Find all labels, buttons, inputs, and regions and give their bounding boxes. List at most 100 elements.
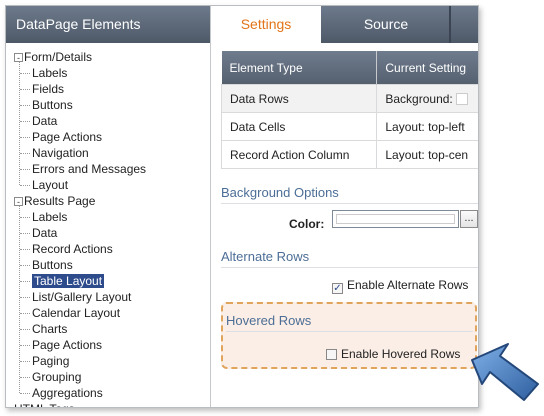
alternate-rows-option[interactable]: ✓ Enable Alternate Rows bbox=[332, 278, 468, 294]
tree-item[interactable]: Charts bbox=[31, 321, 67, 337]
tree-item[interactable]: Labels bbox=[31, 65, 67, 81]
checkmark-icon: ✓ bbox=[333, 283, 342, 294]
table-header-row: Element Type Current Setting bbox=[221, 51, 478, 85]
tree-item[interactable]: Errors and Messages bbox=[31, 161, 146, 177]
section-divider bbox=[221, 267, 478, 268]
table-row[interactable]: Data Cells Layout: top-left bbox=[220, 112, 478, 141]
tree-connector bbox=[20, 281, 30, 282]
alternate-rows-label: Enable Alternate Rows bbox=[347, 278, 469, 292]
table-cell-type: Data Rows bbox=[220, 84, 378, 113]
tree-group-results-page[interactable]: - Results Page bbox=[14, 193, 95, 209]
element-settings-table: Element Type Current Setting Data Rows B… bbox=[220, 51, 478, 169]
tree-item[interactable]: Layout bbox=[31, 177, 68, 193]
datapage-window: DataPage Elements - Form/Details Labels Fie… bbox=[5, 5, 479, 408]
tree-item[interactable]: Calendar Layout bbox=[31, 305, 120, 321]
tree-item[interactable]: Page Actions bbox=[31, 129, 102, 145]
tree-connector bbox=[20, 297, 30, 298]
tree-item[interactable]: Buttons bbox=[31, 97, 73, 113]
tree-item[interactable]: Fields bbox=[31, 81, 64, 97]
tree-connector bbox=[20, 265, 30, 266]
tree-connector bbox=[20, 105, 30, 106]
color-field[interactable] bbox=[332, 210, 459, 228]
tree-connector bbox=[20, 313, 30, 314]
tree-item-label: Aggregations bbox=[32, 386, 103, 400]
tree-item[interactable]: Grouping bbox=[31, 369, 81, 385]
tree-item-label: Paging bbox=[32, 354, 70, 368]
tree-item-label: Page Actions bbox=[32, 130, 103, 144]
tree-group-label: Results Page bbox=[24, 194, 96, 208]
tab-separator bbox=[449, 6, 451, 43]
settings-content: Element Type Current Setting Data Rows B… bbox=[220, 51, 478, 169]
alternate-rows-checkbox[interactable]: ✓ bbox=[332, 283, 343, 294]
tree-item[interactable]: Navigation bbox=[31, 145, 89, 161]
column-header-element-type: Element Type bbox=[221, 51, 378, 85]
tree-connector bbox=[20, 345, 30, 346]
tree-item-label: Grouping bbox=[32, 370, 82, 384]
color-label: Color: bbox=[289, 217, 325, 231]
alternate-rows-title: Alternate Rows bbox=[221, 249, 310, 264]
tree-connector bbox=[20, 233, 30, 234]
tree-connector bbox=[20, 121, 30, 122]
table-cell-type: Data Cells bbox=[220, 112, 378, 141]
tree-item[interactable]: Record Actions bbox=[31, 241, 113, 257]
tree-connector bbox=[19, 206, 20, 393]
elements-panel: DataPage Elements - Form/Details Labels Fie… bbox=[6, 6, 211, 407]
background-options-title: Background Options bbox=[221, 185, 339, 200]
hovered-rows-label: Enable Hovered Rows bbox=[341, 347, 461, 361]
tree-item[interactable]: Aggregations bbox=[31, 385, 103, 401]
table-cell-setting: Layout: top-cen bbox=[376, 140, 478, 169]
tree-item[interactable]: Data bbox=[31, 113, 57, 129]
tree-connector bbox=[20, 249, 30, 250]
tree-item-label: Calendar Layout bbox=[32, 306, 121, 320]
tree-item[interactable]: Labels bbox=[31, 209, 67, 225]
tree-item-label: Layout bbox=[32, 178, 69, 192]
color-picker-button[interactable]: ... bbox=[460, 210, 478, 228]
tree-item-label: Labels bbox=[32, 66, 68, 80]
callout-arrow-icon bbox=[471, 343, 539, 401]
tree-item-selected[interactable]: Table Layout bbox=[31, 273, 105, 289]
tree-item-label: Record Actions bbox=[32, 242, 113, 256]
table-cell-setting: Layout: top-left bbox=[376, 112, 478, 141]
setting-text: Background: bbox=[385, 91, 453, 106]
tree-item-label: Fields bbox=[32, 82, 65, 96]
table-cell-type: Record Action Column bbox=[220, 140, 378, 169]
tab-source[interactable]: Source bbox=[323, 6, 449, 43]
hovered-rows-option[interactable]: Enable Hovered Rows bbox=[326, 347, 460, 361]
tree-group-html-tags[interactable]: HTML Tags bbox=[14, 401, 75, 407]
tree-item[interactable]: List/Gallery Layout bbox=[31, 289, 131, 305]
hovered-rows-checkbox[interactable] bbox=[326, 349, 337, 360]
tree-item-label: Buttons bbox=[32, 258, 73, 272]
table-row[interactable]: Record Action Column Layout: top-cen bbox=[220, 140, 478, 169]
tree-item-label: Navigation bbox=[32, 146, 89, 160]
elements-panel-title: DataPage Elements bbox=[6, 6, 210, 43]
tree-item[interactable]: Paging bbox=[31, 353, 69, 369]
tree-item-label: Data bbox=[32, 114, 58, 128]
collapse-icon[interactable]: - bbox=[14, 197, 23, 207]
tree-connector bbox=[20, 153, 30, 154]
tree-item[interactable]: Data bbox=[31, 225, 57, 241]
tree-group-label: HTML Tags bbox=[14, 402, 75, 407]
color-swatch-icon bbox=[456, 93, 469, 106]
tree-item-label: Errors and Messages bbox=[32, 162, 147, 176]
tree-connector bbox=[20, 377, 30, 378]
tree-item[interactable]: Buttons bbox=[31, 257, 73, 273]
table-row[interactable]: Data Rows Background: bbox=[220, 84, 478, 113]
tree-connector bbox=[20, 73, 30, 74]
column-header-current-setting: Current Setting bbox=[376, 51, 478, 85]
tree-connector bbox=[20, 217, 30, 218]
tree-item-label: List/Gallery Layout bbox=[32, 290, 132, 304]
tree-connector bbox=[20, 393, 30, 394]
tab-bar: Settings Source bbox=[211, 6, 478, 43]
tab-settings[interactable]: Settings bbox=[211, 6, 321, 43]
section-divider bbox=[221, 203, 478, 204]
tree-group-form-details[interactable]: - Form/Details bbox=[14, 49, 92, 65]
tree-item-label: Data bbox=[32, 226, 58, 240]
tree-connector bbox=[20, 361, 30, 362]
tree-item-label: Page Actions bbox=[32, 338, 103, 352]
hovered-rows-title: Hovered Rows bbox=[226, 313, 312, 328]
tree-connector bbox=[20, 329, 30, 330]
collapse-icon[interactable]: - bbox=[14, 53, 23, 63]
tree-item-label: Buttons bbox=[32, 98, 73, 112]
tree-connector bbox=[20, 89, 30, 90]
tree-item[interactable]: Page Actions bbox=[31, 337, 102, 353]
